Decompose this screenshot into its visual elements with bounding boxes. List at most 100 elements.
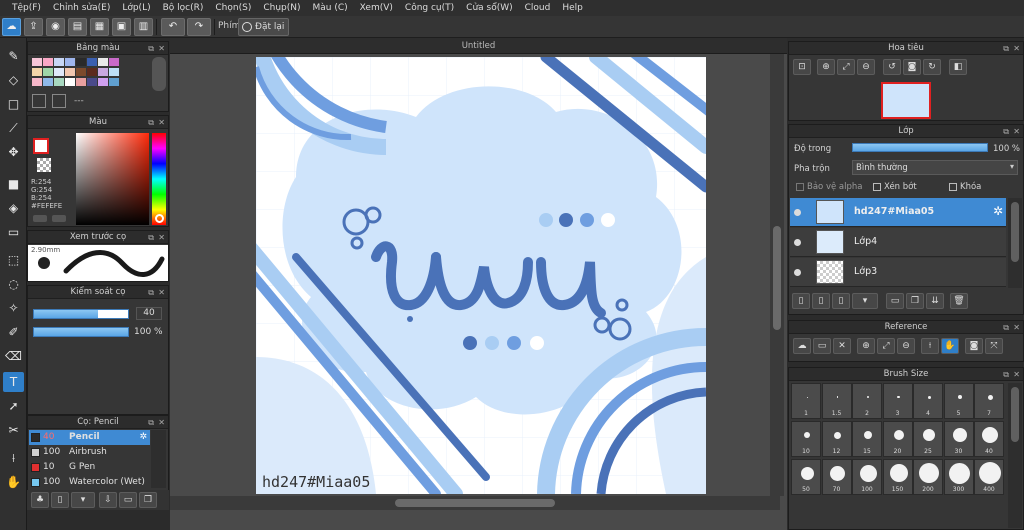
brush-size-cell[interactable]: 5: [943, 383, 974, 419]
zoom-out-icon[interactable]: ⊖: [857, 59, 875, 75]
reference-open-icon[interactable]: ▭: [813, 338, 831, 354]
brush-size-slider[interactable]: [33, 309, 129, 319]
canvas-vertical-thumb[interactable]: [773, 226, 781, 330]
brush-size-cell[interactable]: 100: [852, 459, 882, 495]
menu-filter[interactable]: Bộ lọc(R): [157, 3, 210, 13]
menu-file[interactable]: Tệp(F): [6, 3, 47, 13]
export-icon[interactable]: ⇪: [24, 18, 43, 36]
menu-view[interactable]: Xem(V): [354, 3, 399, 13]
speech-bubble-icon[interactable]: ◉: [46, 18, 65, 36]
palette-swatch[interactable]: [65, 58, 75, 66]
foreground-color-swatch[interactable]: [33, 138, 49, 154]
fill-rect-tool-icon[interactable]: ■: [3, 174, 24, 194]
float-icon[interactable]: ⧉: [148, 286, 154, 299]
lasso-tool-icon[interactable]: ◌: [3, 274, 24, 294]
palette-swatch[interactable]: [87, 78, 97, 86]
bucket-tool-icon[interactable]: ◈: [3, 198, 24, 218]
gear-icon[interactable]: ✲: [139, 430, 147, 445]
panel-toggle-icon[interactable]: ▤: [68, 18, 87, 36]
document-tab[interactable]: Untitled: [170, 38, 787, 54]
layers-toggle-icon[interactable]: ▥: [134, 18, 153, 36]
brush-copy-icon[interactable]: ❐: [139, 492, 157, 508]
brush-export-icon[interactable]: ⇩: [99, 492, 117, 508]
float-icon[interactable]: ⧉: [148, 116, 154, 129]
menu-tools[interactable]: Công cụ(T): [399, 3, 460, 13]
pick-color-button[interactable]: [52, 215, 66, 222]
close-icon[interactable]: ✕: [1013, 42, 1020, 55]
new-brush-icon[interactable]: ▯: [51, 492, 69, 508]
palette-swatch[interactable]: [43, 58, 53, 66]
palette-swatch[interactable]: [98, 78, 108, 86]
palette-swatch[interactable]: [87, 58, 97, 66]
brush-size-cell[interactable]: 1: [791, 383, 821, 419]
close-icon[interactable]: ✕: [158, 116, 165, 129]
hue-handle[interactable]: [155, 214, 164, 223]
brush-size-cell[interactable]: 50: [791, 459, 821, 495]
protect-alpha-checkbox[interactable]: [796, 183, 804, 191]
zoom-actual-icon[interactable]: ⤢: [837, 59, 855, 75]
rotate-reset-icon[interactable]: ◙: [903, 59, 921, 75]
merge-layer-icon[interactable]: ⇊: [926, 293, 944, 309]
rect-select-tool-icon[interactable]: □: [3, 94, 24, 114]
layer-row[interactable]: Lớp3: [790, 258, 1006, 287]
close-icon[interactable]: ✕: [158, 286, 165, 299]
zoom-actual-icon[interactable]: ⤢: [877, 338, 895, 354]
blend-mode-select[interactable]: Bình thường ▾: [852, 160, 1018, 175]
close-icon[interactable]: ✕: [1013, 321, 1020, 334]
menu-cloud[interactable]: Cloud: [519, 3, 557, 13]
add-layer-menu-icon[interactable]: ▾: [852, 293, 878, 309]
palette-swatch[interactable]: [54, 78, 64, 86]
brush-item-airbrush[interactable]: 100 Airbrush: [29, 445, 150, 460]
zoom-out-icon[interactable]: ⊖: [897, 338, 915, 354]
brush-item-gpen[interactable]: 10 G Pen: [29, 460, 150, 475]
palette-swatch[interactable]: [98, 68, 108, 76]
close-icon[interactable]: ✕: [1013, 368, 1020, 381]
operation-tool-icon[interactable]: ➚: [3, 396, 24, 416]
canvas-horizontal-thumb[interactable]: [395, 499, 555, 507]
palette-swatch[interactable]: [32, 78, 42, 86]
new-layer-1bit-icon[interactable]: ▯: [832, 293, 850, 309]
brush-size-cell[interactable]: 200: [913, 459, 943, 495]
undo-icon[interactable]: ↶: [161, 18, 185, 36]
close-icon[interactable]: ✕: [158, 231, 165, 244]
navigator-thumbnail[interactable]: [881, 82, 931, 119]
divide-tool-icon[interactable]: ✂: [3, 420, 24, 440]
float-icon[interactable]: ⧉: [148, 231, 154, 244]
brush-item-watercolor[interactable]: 100 Watercolor (Wet): [29, 475, 150, 490]
brush-size-cell[interactable]: 7: [974, 383, 1004, 419]
brush-size-cell[interactable]: 40: [974, 421, 1004, 457]
reset-button[interactable]: Đặt lại: [238, 18, 290, 36]
text-tool-icon[interactable]: T: [3, 372, 24, 392]
eraser-tool-icon[interactable]: ◇: [3, 70, 24, 90]
brush-size-cell[interactable]: 30: [943, 421, 974, 457]
new-palette-icon[interactable]: [32, 94, 46, 108]
brush-size-scrollbar[interactable]: [1008, 383, 1022, 528]
rotate-reset-icon[interactable]: ◙: [965, 338, 983, 354]
menu-help[interactable]: Help: [556, 3, 589, 13]
new-layer-8bit-icon[interactable]: ▯: [812, 293, 830, 309]
brush-size-scroll-thumb[interactable]: [1011, 387, 1019, 442]
gradient-tool-icon[interactable]: ▭: [3, 222, 24, 242]
lock-checkbox[interactable]: [949, 183, 957, 191]
close-icon[interactable]: ✕: [158, 416, 165, 429]
palette-swatch[interactable]: [43, 68, 53, 76]
palette-swatch[interactable]: [109, 58, 119, 66]
brush-size-cell[interactable]: 25: [913, 421, 943, 457]
brush-size-cell[interactable]: 10: [791, 421, 821, 457]
palette-swatch[interactable]: [54, 68, 64, 76]
add-color-button[interactable]: [33, 215, 47, 222]
float-icon[interactable]: ⧉: [1003, 321, 1009, 334]
add-brush-icon[interactable]: ▾: [71, 492, 95, 508]
frame-toggle-icon[interactable]: ▣: [112, 18, 131, 36]
grid-toggle-icon[interactable]: ▦: [90, 18, 109, 36]
brush-size-value[interactable]: 40: [136, 307, 162, 320]
palette-swatch[interactable]: [98, 58, 108, 66]
move-tool-icon[interactable]: ✥: [3, 142, 24, 162]
palette-swatch[interactable]: [32, 68, 42, 76]
palette-swatch[interactable]: [65, 68, 75, 76]
palette-swatch[interactable]: [109, 78, 119, 86]
layer-row[interactable]: Lớp4: [790, 228, 1006, 257]
palette-swatch[interactable]: [109, 68, 119, 76]
select-eraser-tool-icon[interactable]: ⌫: [3, 346, 24, 366]
flip-icon[interactable]: ◧: [949, 59, 967, 75]
